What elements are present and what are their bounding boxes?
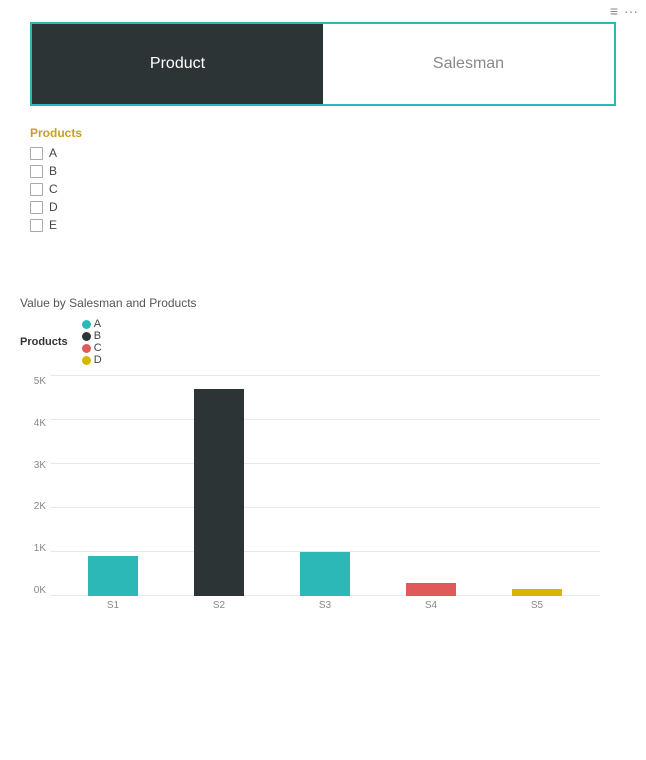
checkbox-list: ABCDE bbox=[30, 146, 616, 232]
y-label-5: 5K bbox=[20, 376, 50, 387]
chart-section: Value by Salesman and Products Products … bbox=[0, 276, 646, 646]
legend-text-a: A bbox=[94, 318, 101, 330]
x-label-s1: S1 bbox=[88, 600, 138, 611]
bars-area bbox=[50, 376, 600, 596]
checkbox-d[interactable] bbox=[30, 201, 43, 214]
tab-salesman-label: Salesman bbox=[433, 55, 504, 73]
legend-text-d: D bbox=[94, 354, 102, 366]
checkbox-label-b: B bbox=[49, 164, 57, 178]
y-label-1: 1K bbox=[20, 543, 50, 554]
tab-container: Product Salesman bbox=[30, 22, 616, 106]
chart-area: 0K 1K 2K 3K 4K 5K S1 S2 S3 S4 S5 bbox=[20, 376, 600, 636]
legend-item-b: B bbox=[82, 330, 102, 342]
checkbox-label-c: C bbox=[49, 182, 58, 196]
chart-legend: Products A B C D bbox=[20, 318, 616, 366]
checkbox-item-c: C bbox=[30, 182, 616, 196]
legend-item-a: A bbox=[82, 318, 102, 330]
y-label-2: 2K bbox=[20, 501, 50, 512]
filter-title: Products bbox=[30, 126, 616, 140]
tab-product-label: Product bbox=[150, 55, 205, 73]
legend-item-d: D bbox=[82, 354, 102, 366]
filter-section: Products ABCDE bbox=[0, 106, 646, 246]
bar-s5 bbox=[512, 589, 562, 596]
checkbox-item-a: A bbox=[30, 146, 616, 160]
x-label-s3: S3 bbox=[300, 600, 350, 611]
x-label-s4: S4 bbox=[406, 600, 456, 611]
checkbox-a[interactable] bbox=[30, 147, 43, 160]
bar-s4 bbox=[406, 583, 456, 596]
bar-s2 bbox=[194, 389, 244, 596]
x-labels: S1 S2 S3 S4 S5 bbox=[50, 600, 600, 611]
checkbox-label-d: D bbox=[49, 200, 58, 214]
x-label-s5: S5 bbox=[512, 600, 562, 611]
legend-dot-b bbox=[82, 332, 91, 341]
top-bar-icons: ≡ ··· bbox=[610, 3, 638, 19]
tab-salesman[interactable]: Salesman bbox=[323, 24, 614, 104]
checkbox-b[interactable] bbox=[30, 165, 43, 178]
bar-s1 bbox=[88, 556, 138, 596]
y-axis: 0K 1K 2K 3K 4K 5K bbox=[20, 376, 50, 596]
checkbox-item-e: E bbox=[30, 218, 616, 232]
top-bar: ≡ ··· bbox=[0, 0, 646, 22]
legend-text-b: B bbox=[94, 330, 101, 342]
legend-dot-c bbox=[82, 344, 91, 353]
legend-dot-d bbox=[82, 356, 91, 365]
y-label-4: 4K bbox=[20, 418, 50, 429]
bar-s3 bbox=[300, 552, 350, 596]
more-icon[interactable]: ··· bbox=[624, 3, 638, 19]
tab-product[interactable]: Product bbox=[32, 24, 323, 104]
y-label-0: 0K bbox=[20, 585, 50, 596]
checkbox-label-a: A bbox=[49, 146, 57, 160]
chart-title: Value by Salesman and Products bbox=[20, 296, 616, 310]
legend-text-c: C bbox=[94, 342, 102, 354]
legend-item-c: C bbox=[82, 342, 102, 354]
checkbox-c[interactable] bbox=[30, 183, 43, 196]
minimize-icon[interactable]: ≡ bbox=[610, 3, 618, 19]
legend-title: Products bbox=[20, 336, 68, 348]
checkbox-item-d: D bbox=[30, 200, 616, 214]
legend-dot-a bbox=[82, 320, 91, 329]
checkbox-label-e: E bbox=[49, 218, 57, 232]
checkbox-e[interactable] bbox=[30, 219, 43, 232]
checkbox-item-b: B bbox=[30, 164, 616, 178]
y-label-3: 3K bbox=[20, 460, 50, 471]
x-label-s2: S2 bbox=[194, 600, 244, 611]
